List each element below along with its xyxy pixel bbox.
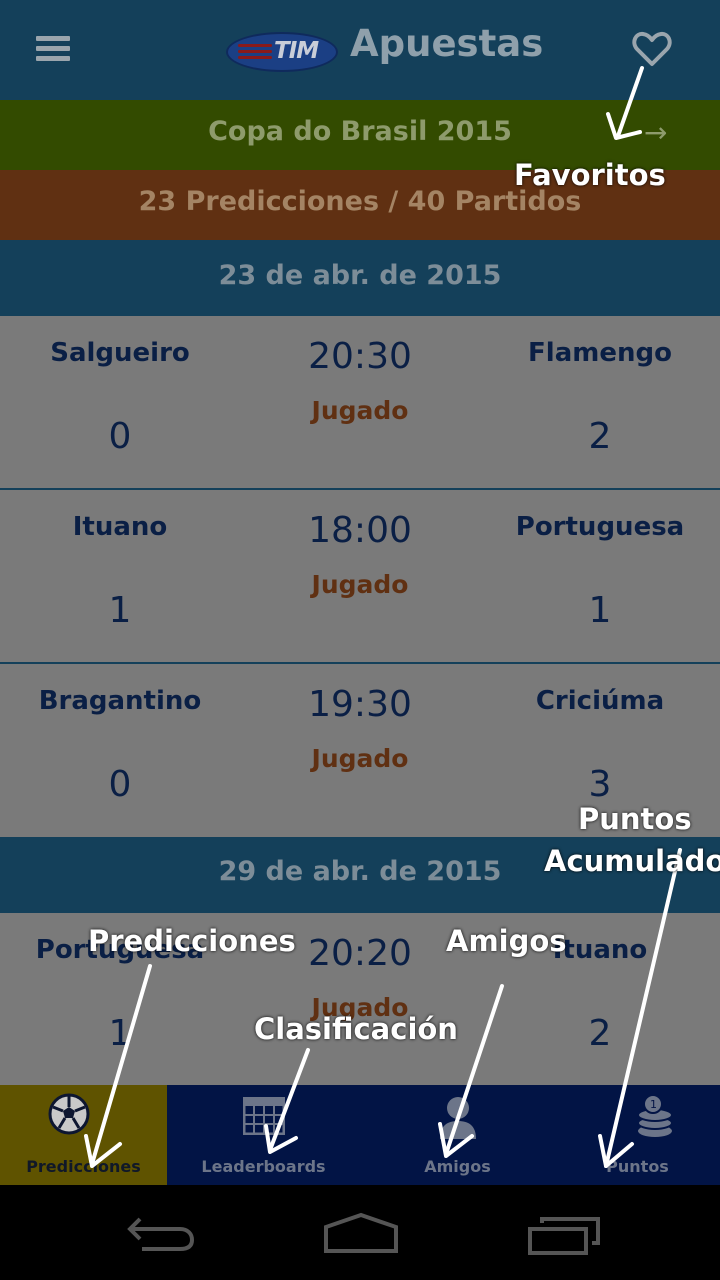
match-status: Jugado bbox=[311, 744, 409, 773]
back-icon[interactable] bbox=[126, 1213, 196, 1253]
away-team: Criciúma bbox=[535, 686, 665, 716]
svg-text:1: 1 bbox=[650, 1098, 657, 1111]
match-time: 20:30 bbox=[308, 336, 412, 377]
away-team: Flamengo bbox=[528, 338, 672, 368]
arrow-right-icon[interactable]: → bbox=[644, 116, 667, 149]
match-row[interactable]: Salgueiro 20:30 Flamengo Jugado 0 2 bbox=[0, 316, 720, 490]
nav-amigos[interactable]: Amigos bbox=[360, 1085, 555, 1185]
match-time: 19:30 bbox=[308, 684, 412, 725]
nav-predicciones[interactable]: Predicciones bbox=[0, 1085, 167, 1185]
home-team: Bragantino bbox=[38, 686, 202, 716]
logo-text: TIM bbox=[274, 38, 319, 64]
annotation-predicciones: Predicciones bbox=[88, 924, 296, 958]
nav-label: Amigos bbox=[424, 1157, 491, 1176]
date-label: 23 de abr. de 2015 bbox=[218, 260, 502, 291]
annotation-puntos: Puntos bbox=[578, 802, 692, 836]
nav-puntos[interactable]: 1 Puntos bbox=[555, 1085, 720, 1185]
home-score: 0 bbox=[108, 416, 132, 457]
nav-label: Predicciones bbox=[26, 1157, 141, 1176]
match-time: 18:00 bbox=[308, 510, 412, 551]
tim-logo: TIM bbox=[226, 32, 338, 72]
nav-leaderboards[interactable]: Leaderboards bbox=[167, 1085, 360, 1185]
annotation-acumulados: Acumulados bbox=[544, 844, 720, 878]
home-score: 0 bbox=[108, 764, 132, 805]
home-team: Salgueiro bbox=[50, 338, 190, 368]
heart-icon[interactable] bbox=[632, 30, 672, 68]
coins-icon: 1 bbox=[637, 1094, 673, 1137]
annotation-amigos: Amigos bbox=[446, 924, 567, 958]
away-score: 2 bbox=[588, 1013, 612, 1054]
away-score: 1 bbox=[588, 590, 612, 631]
person-icon bbox=[440, 1097, 476, 1139]
home-team: Ituano bbox=[72, 512, 168, 542]
away-score: 3 bbox=[588, 764, 612, 805]
bottom-nav: Predicciones Leaderboards Amigos 1 Punto… bbox=[0, 1085, 720, 1185]
away-team: Portuguesa bbox=[515, 512, 685, 542]
annotation-clasificacion: Clasificación bbox=[254, 1012, 458, 1046]
system-nav-bar bbox=[0, 1185, 720, 1280]
nav-label: Puntos bbox=[606, 1157, 669, 1176]
grid-table-icon bbox=[243, 1097, 285, 1135]
app-title: Apuestas bbox=[350, 22, 544, 65]
soccer-ball-icon bbox=[48, 1093, 90, 1135]
match-status: Jugado bbox=[311, 570, 409, 599]
menu-icon[interactable] bbox=[36, 36, 70, 62]
annotation-favoritos: Favoritos bbox=[514, 158, 666, 192]
nav-label: Leaderboards bbox=[201, 1157, 326, 1176]
home-score: 1 bbox=[108, 590, 132, 631]
away-score: 2 bbox=[588, 416, 612, 457]
home-icon[interactable] bbox=[322, 1211, 400, 1255]
match-status: Jugado bbox=[311, 396, 409, 425]
home-score: 1 bbox=[108, 1013, 132, 1054]
recent-apps-icon[interactable] bbox=[526, 1215, 602, 1257]
match-row[interactable]: Ituano 18:00 Portuguesa Jugado 1 1 bbox=[0, 490, 720, 664]
competition-title: Copa do Brasil 2015 bbox=[208, 116, 512, 147]
